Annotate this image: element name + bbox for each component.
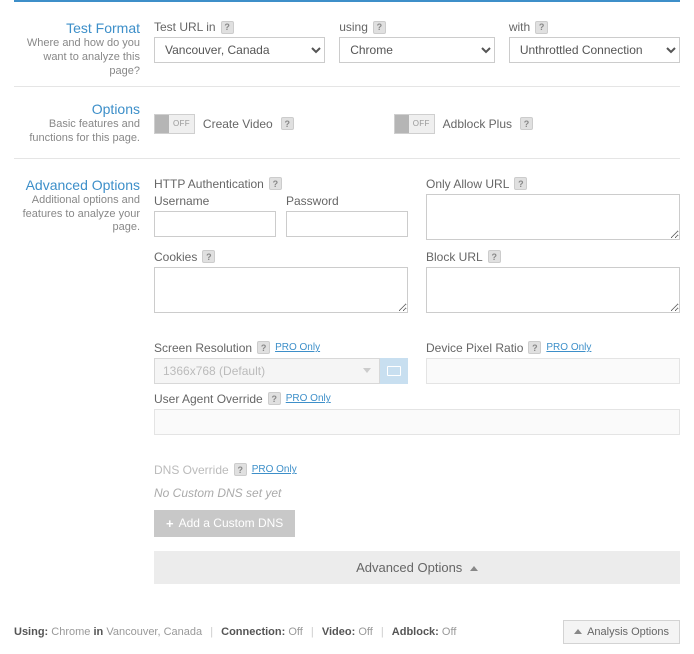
advanced-options-collapse[interactable]: Advanced Options xyxy=(154,551,680,584)
adblock-label: Adblock Plus xyxy=(443,117,512,131)
pro-only-link[interactable]: PRO Only xyxy=(546,342,591,353)
user-agent-label: User Agent Override xyxy=(154,392,263,406)
http-auth-label: HTTP Authentication xyxy=(154,177,264,191)
user-agent-input xyxy=(154,409,680,435)
username-label: Username xyxy=(154,194,276,208)
dns-empty-message: No Custom DNS set yet xyxy=(154,486,680,500)
help-icon[interactable]: ? xyxy=(269,177,282,190)
help-icon[interactable]: ? xyxy=(268,392,281,405)
advanced-section: Advanced Options Additional options and … xyxy=(14,159,680,592)
help-icon[interactable]: ? xyxy=(281,117,294,130)
test-format-title: Test Format xyxy=(14,20,140,36)
footer-bar: Using: Chrome in Vancouver, Canada | Con… xyxy=(0,610,694,654)
screen-res-select: 1366x768 (Default) xyxy=(154,358,380,384)
plus-icon: + xyxy=(166,516,174,531)
pro-only-link[interactable]: PRO Only xyxy=(286,393,331,404)
options-desc: Basic features and functions for this pa… xyxy=(14,118,140,146)
help-icon[interactable]: ? xyxy=(520,117,533,130)
block-url-label: Block URL xyxy=(426,250,483,264)
help-icon[interactable]: ? xyxy=(535,21,548,34)
test-url-label: Test URL in xyxy=(154,20,216,34)
test-format-section: Test Format Where and how do you want to… xyxy=(14,12,680,87)
pro-only-link[interactable]: PRO Only xyxy=(275,342,320,353)
chevron-down-icon xyxy=(363,368,371,373)
using-label: using xyxy=(339,20,368,34)
location-select[interactable]: Vancouver, Canada xyxy=(154,37,325,63)
create-video-label: Create Video xyxy=(203,117,273,131)
help-icon[interactable]: ? xyxy=(221,21,234,34)
monitor-icon xyxy=(387,366,401,376)
block-url-textarea[interactable] xyxy=(426,267,680,313)
help-icon[interactable]: ? xyxy=(257,341,270,354)
browser-select[interactable]: Chrome xyxy=(339,37,495,63)
dns-override-label: DNS Override xyxy=(154,463,229,477)
add-dns-button[interactable]: + Add a Custom DNS xyxy=(154,510,295,537)
options-section: Options Basic features and functions for… xyxy=(14,87,680,159)
password-label: Password xyxy=(286,194,408,208)
help-icon[interactable]: ? xyxy=(514,177,527,190)
create-video-toggle[interactable]: OFF xyxy=(154,114,195,134)
username-input[interactable] xyxy=(154,211,276,237)
advanced-title: Advanced Options xyxy=(14,177,140,193)
chevron-up-icon xyxy=(470,566,478,571)
help-icon[interactable]: ? xyxy=(488,250,501,263)
adblock-toggle[interactable]: OFF xyxy=(394,114,435,134)
options-title: Options xyxy=(14,101,140,117)
screen-preview-button xyxy=(380,358,408,384)
screen-res-label: Screen Resolution xyxy=(154,341,252,355)
cookies-textarea[interactable] xyxy=(154,267,408,313)
help-icon[interactable]: ? xyxy=(234,463,247,476)
device-pixel-input xyxy=(426,358,680,384)
device-pixel-label: Device Pixel Ratio xyxy=(426,341,523,355)
analysis-options-button[interactable]: Analysis Options xyxy=(563,620,680,644)
advanced-desc: Additional options and features to analy… xyxy=(14,194,140,235)
chevron-up-icon xyxy=(574,629,582,634)
help-icon[interactable]: ? xyxy=(202,250,215,263)
password-input[interactable] xyxy=(286,211,408,237)
cookies-label: Cookies xyxy=(154,250,197,264)
help-icon[interactable]: ? xyxy=(373,21,386,34)
pro-only-link[interactable]: PRO Only xyxy=(252,464,297,475)
only-allow-textarea[interactable] xyxy=(426,194,680,240)
help-icon[interactable]: ? xyxy=(528,341,541,354)
only-allow-label: Only Allow URL xyxy=(426,177,509,191)
connection-select[interactable]: Unthrottled Connection xyxy=(509,37,680,63)
with-label: with xyxy=(509,20,530,34)
test-format-desc: Where and how do you want to analyze thi… xyxy=(14,37,140,78)
